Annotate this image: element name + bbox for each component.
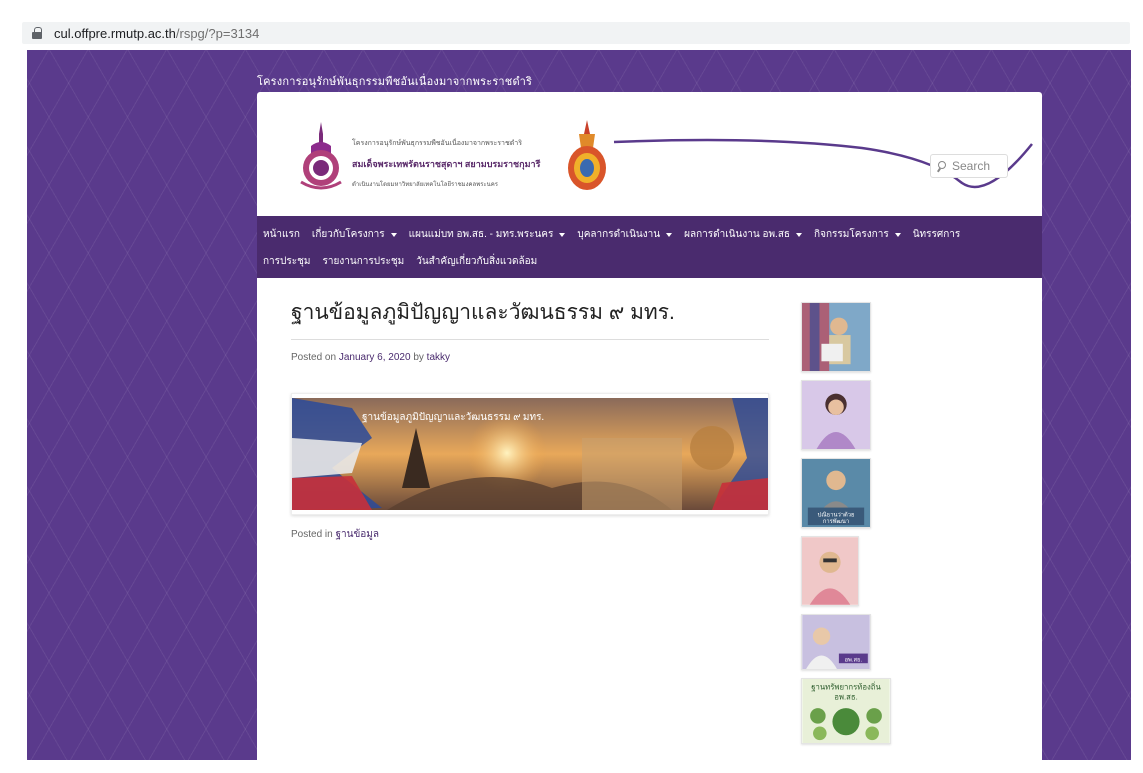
nav-item-row1-6[interactable]: นิทรรศการ [913,227,961,242]
princess-emblem-logo[interactable] [565,118,609,192]
nav-item-row1-5[interactable]: กิจกรรมโครงการ [814,227,901,242]
nav-item-label: กิจกรรมโครงการ [814,229,889,240]
url-path: /rspg/?p=3134 [175,25,260,41]
main-navigation: หน้าแรก เกี่ยวกับโครงการ แผนแม่บท อพ.สธ. -… [257,216,1042,278]
nav-item-label: นิทรรศการ [912,229,961,240]
nav-item-row1-1[interactable]: เกี่ยวกับโครงการ [312,227,397,242]
address-bar[interactable]: cul.offpre.rmutp.ac.th/rspg/?p=3134 [22,22,1130,44]
king-portrait-pink-thumb[interactable] [801,536,859,606]
nav-item-label: รายงานการประชุม [322,256,405,267]
nav-item-row2-1[interactable]: รายงานการประชุม [323,254,405,269]
posted-in: Posted in ฐานข้อมูล [291,527,769,542]
nav-item-label: บุคลากรดำเนินงาน [577,229,661,240]
nav-row-1: หน้าแรก เกี่ยวกับโครงการ แผนแม่บท อพ.สธ. -… [263,221,1036,248]
sidebar-widgets: ปณิธานว่าด้วย การพัฒนา อพ.สธ. ฐานทรัพยาก… [801,302,891,752]
nav-row-2: การประชุม รายงานการประชุม วันสำคัญเกี่ยวกั… [263,248,1036,275]
nav-item-label: หน้าแรก [263,229,300,240]
header-line-1: โครงการอนุรักษ์พันธุกรรมพืชอันเนื่องมาจา… [352,140,522,147]
site-header: โครงการอนุรักษ์พันธุกรรมพืชอันเนื่องมาจา… [257,92,1042,216]
banner-frame: ฐานข้อมูลภูมิปัญญาและวัฒนธรรม ๙ มทร. [291,393,769,515]
nav-item-label: วันสำคัญเกี่ยวกับสิ่งแวดล้อม [416,256,538,267]
nav-item-label: เกี่ยวกับโครงการ [311,229,385,240]
nav-item-row2-0[interactable]: การประชุม [263,254,311,269]
post-date-link[interactable]: January 6, 2020 [339,352,411,363]
nav-item-label: การประชุม [263,256,311,267]
search-input[interactable]: Search [930,154,1008,178]
banner-caption: ฐานข้อมูลภูมิปัญญาและวัฒนธรรม ๙ มทร. [362,411,544,423]
university-seal-logo[interactable] [297,120,345,192]
post-author-link[interactable]: takky [427,352,450,363]
nav-item-row1-2[interactable]: แผนแม่บท อพ.สธ. - มทร.พระนคร [409,227,566,242]
nav-item-row1-4[interactable]: ผลการดำเนินงาน อพ.สธ [684,227,803,242]
queen-portrait-thumb[interactable] [801,380,871,450]
url-host: cul.offpre.rmutp.ac.th [54,25,176,41]
princess-thumb[interactable]: อพ.สธ. [801,614,871,670]
post-meta: Posted on January 6, 2020 by takky [291,352,769,363]
page-background: โครงการอนุรักษ์พันธุกรรมพืชอันเนื่องมาจา… [27,50,1131,760]
chevron-down-icon [666,232,673,237]
header-line-2: สมเด็จพระเทพรัตนราชสุดาฯ สยามบรมราชกุมาร… [352,159,541,169]
nav-item-label: แผนแม่บท อพ.สธ. - มทร.พระนคร [408,229,554,240]
nav-item-row1-0[interactable]: หน้าแรก [263,227,300,242]
posted-in-label: Posted in [291,529,333,540]
page-container: โครงการอนุรักษ์พันธุกรรมพืชอันเนื่องมาจา… [257,92,1042,760]
post-title: ฐานข้อมูลภูมิปัญญาและวัฒนธรรม ๙ มทร. [291,296,769,340]
svg-text:การพัฒนา: การพัฒนา [823,517,849,525]
chevron-down-icon [894,232,901,237]
search-icon [937,161,947,171]
svg-text:ปณิธานว่าด้วย: ปณิธานว่าด้วย [818,511,855,518]
king-portrait-thumb[interactable] [801,302,871,372]
lock-icon [32,27,42,39]
header-text: โครงการอนุรักษ์พันธุกรรมพืชอันเนื่องมาจา… [352,138,567,189]
banner-image[interactable]: ฐานข้อมูลภูมิปัญญาและวัฒนธรรม ๙ มทร. [292,398,768,510]
category-link[interactable]: ฐานข้อมูล [335,529,379,540]
nav-item-row1-3[interactable]: บุคลากรดำเนินงาน [577,227,673,242]
svg-text:อพ.สธ.: อพ.สธ. [834,692,858,701]
by-label: by [413,352,424,363]
site-top-title[interactable]: โครงการอนุรักษ์พันธุกรรมพืชอันเนื่องมาจา… [257,72,532,90]
header-line-3: ดำเนินงานโดยมหาวิทยาลัยเทคโนโลยีราชมงคลพ… [352,182,498,188]
svg-text:อพ.สธ.: อพ.สธ. [845,656,863,663]
svg-text:ฐานทรัพยากรท้องถิ่น: ฐานทรัพยากรท้องถิ่น [811,682,881,692]
chevron-down-icon [390,232,397,237]
chevron-down-icon [559,232,566,237]
search-placeholder: Search [952,159,991,173]
nav-item-row2-2[interactable]: วันสำคัญเกี่ยวกับสิ่งแวดล้อม [416,254,537,269]
post-content: ฐานข้อมูลภูมิปัญญาและวัฒนธรรม ๙ มทร. Pos… [291,296,769,542]
posted-on-label: Posted on [291,352,337,363]
local-resources-thumb[interactable]: ฐานทรัพยากรท้องถิ่น อพ.สธ. [801,678,891,744]
nav-item-label: ผลการดำเนินงาน อพ.สธ [684,229,791,240]
king-seaside-thumb[interactable]: ปณิธานว่าด้วย การพัฒนา [801,458,871,528]
chevron-down-icon [796,232,803,237]
